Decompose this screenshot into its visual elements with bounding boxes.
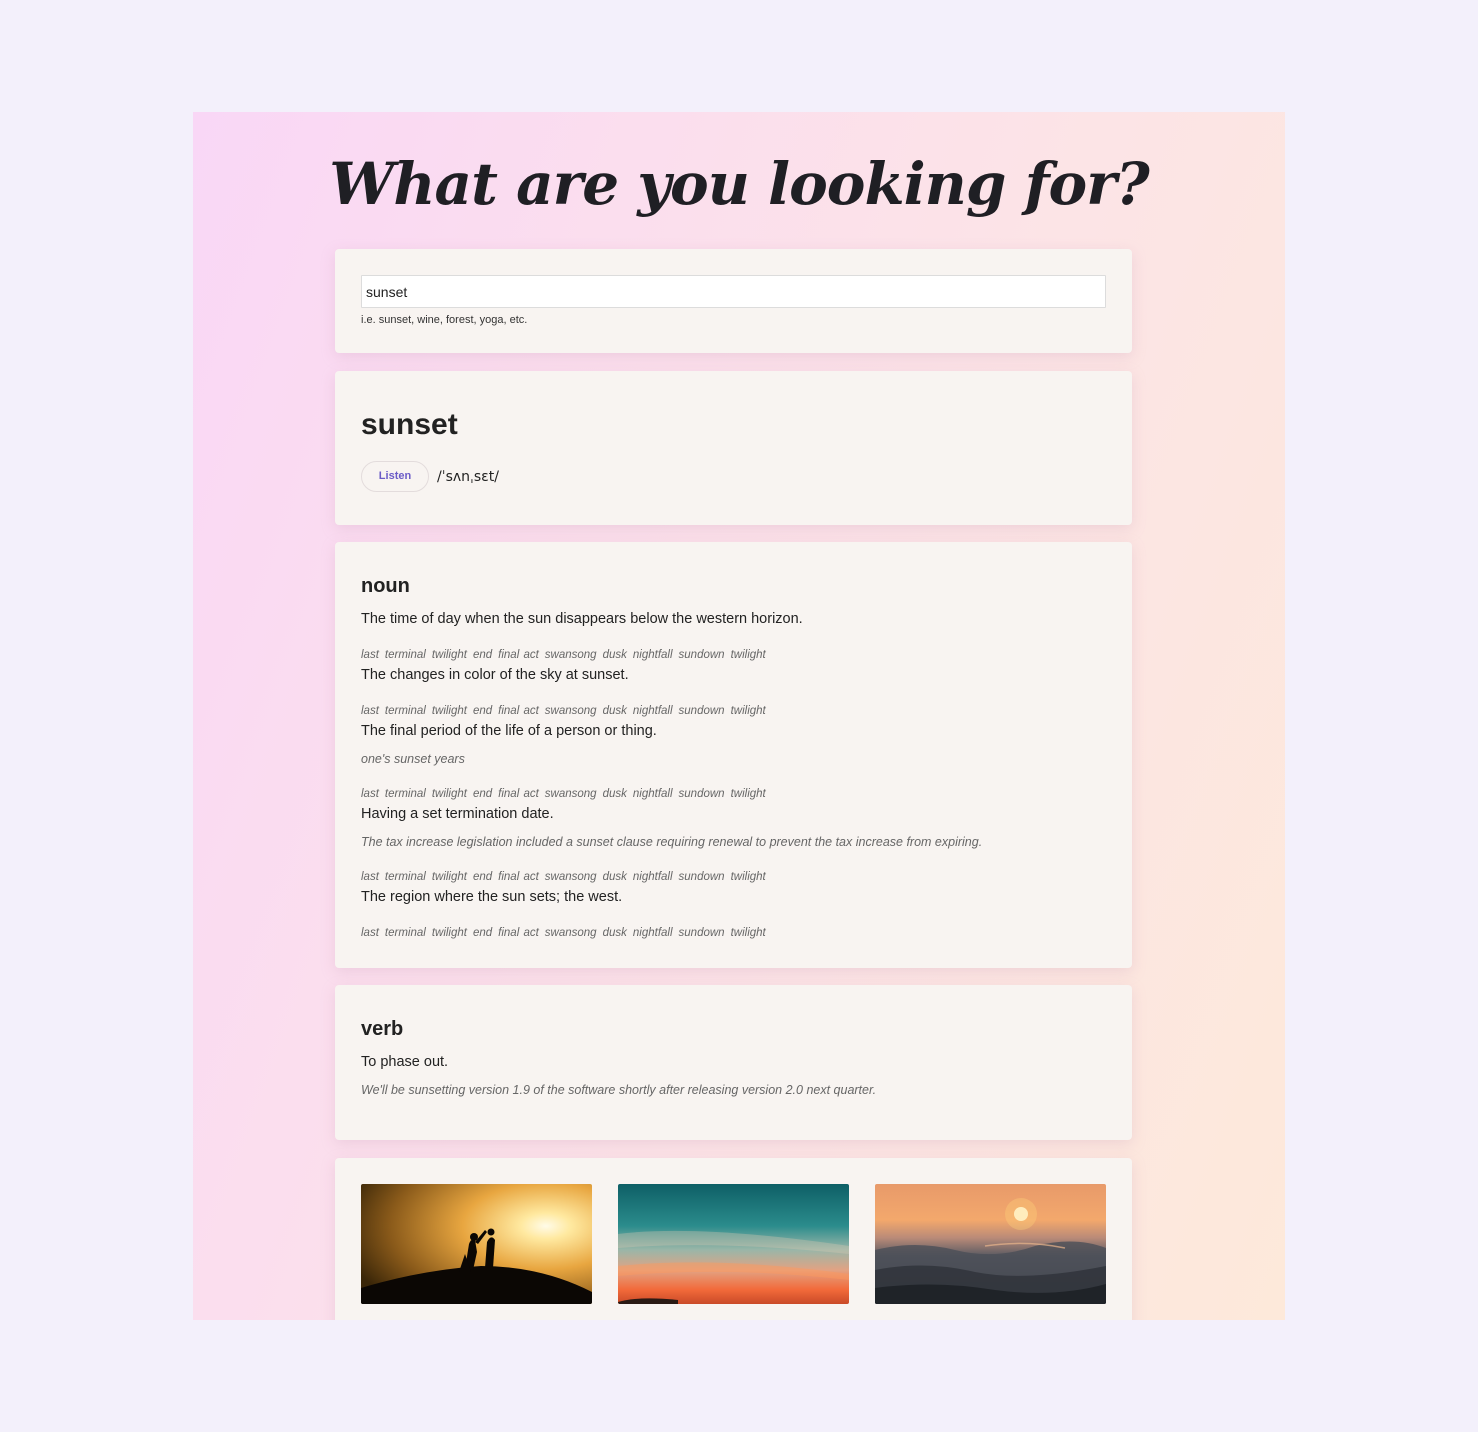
synonym: swansong xyxy=(544,649,597,661)
part-of-speech-noun: noun xyxy=(361,575,410,597)
synonym: final act xyxy=(498,927,539,939)
search-hint: i.e. sunset, wine, forest, yoga, etc. xyxy=(361,314,528,326)
synonym: end xyxy=(472,871,493,883)
synonym: nightfall xyxy=(632,871,673,883)
definition: The changes in color of the sky at sunse… xyxy=(361,667,629,683)
synonym: sundown xyxy=(678,927,725,939)
synonym: twilight xyxy=(431,871,467,883)
synonym: nightfall xyxy=(632,649,673,661)
synonym: dusk xyxy=(602,871,627,883)
synonym: end xyxy=(472,927,493,939)
synonym-list: last terminal twilight end final act swansong… xyxy=(361,647,1106,663)
noun-card: noun The time of day when the sun disapp… xyxy=(335,542,1132,968)
listen-button[interactable]: Listen xyxy=(361,461,429,492)
pronunciation-row: Listen /ˈsʌnˌsɛt/ xyxy=(361,461,1106,492)
synonym: terminal xyxy=(384,927,426,939)
synonym-list: last terminal twilight end final act swansong… xyxy=(361,869,1106,885)
synonym-list: last terminal twilight end final act swansong… xyxy=(361,703,1106,719)
synonym: dusk xyxy=(602,927,627,939)
example: We'll be sunsetting version 1.9 of the s… xyxy=(361,1083,877,1097)
synonym: last xyxy=(361,705,379,717)
part-of-speech-verb: verb xyxy=(361,1018,404,1040)
phonetic-text: /ˈsʌnˌsɛt/ xyxy=(437,468,499,485)
synonym: dusk xyxy=(602,788,627,800)
synonym: twilight xyxy=(431,705,467,717)
synonym: nightfall xyxy=(632,927,673,939)
synonym: twilight xyxy=(431,927,467,939)
synonym: last xyxy=(361,927,379,939)
definition: The time of day when the sun disappears … xyxy=(361,611,803,627)
word-card: sunset Listen /ˈsʌnˌsɛt/ xyxy=(335,371,1132,525)
definition: To phase out. xyxy=(361,1054,449,1070)
synonym: dusk xyxy=(602,649,627,661)
synonym: last xyxy=(361,788,379,800)
synonym: final act xyxy=(498,871,539,883)
synonym: twilight xyxy=(730,871,766,883)
definition: The region where the sun sets; the west. xyxy=(361,889,623,905)
silhouette-couple-sunset-photo[interactable] xyxy=(361,1184,592,1304)
verb-card: verb To phase out. We'll be sunsetting v… xyxy=(335,985,1132,1140)
synonym: swansong xyxy=(544,788,597,800)
synonym: end xyxy=(472,705,493,717)
images-card xyxy=(335,1158,1132,1320)
search-card: i.e. sunset, wine, forest, yoga, etc. xyxy=(335,249,1132,353)
synonym: sundown xyxy=(678,649,725,661)
definition: Having a set termination date. xyxy=(361,806,554,822)
synonym: twilight xyxy=(431,788,467,800)
synonym: sundown xyxy=(678,705,725,717)
synonym: sundown xyxy=(678,788,725,800)
synonym: dusk xyxy=(602,705,627,717)
ocean-sunset-photo[interactable] xyxy=(875,1184,1106,1304)
synonym: swansong xyxy=(544,927,597,939)
synonym: last xyxy=(361,649,379,661)
synonym: end xyxy=(472,788,493,800)
synonym: twilight xyxy=(730,705,766,717)
synonym: terminal xyxy=(384,871,426,883)
page-heading: What are you looking for? xyxy=(329,150,1150,218)
synonym: final act xyxy=(498,649,539,661)
example: The tax increase legislation included a … xyxy=(361,835,983,849)
synonym: twilight xyxy=(730,788,766,800)
synonym: swansong xyxy=(544,871,597,883)
synonym: final act xyxy=(498,788,539,800)
synonym: twilight xyxy=(730,649,766,661)
synonym: end xyxy=(472,649,493,661)
synonym: nightfall xyxy=(632,705,673,717)
definition: The final period of the life of a person… xyxy=(361,723,657,739)
synonym: final act xyxy=(498,705,539,717)
page-frame: What are you looking for? i.e. sunset, w… xyxy=(193,112,1285,1320)
synonym: nightfall xyxy=(632,788,673,800)
search-input[interactable] xyxy=(361,275,1106,308)
synonym: twilight xyxy=(431,649,467,661)
example: one's sunset years xyxy=(361,752,465,766)
synonym: swansong xyxy=(544,705,597,717)
synonym: terminal xyxy=(384,788,426,800)
synonym: twilight xyxy=(730,927,766,939)
teal-orange-sky-photo[interactable] xyxy=(618,1184,849,1304)
word-title: sunset xyxy=(361,408,458,441)
synonym: last xyxy=(361,871,379,883)
synonym: sundown xyxy=(678,871,725,883)
synonym-list: last terminal twilight end final act swansong… xyxy=(361,925,1106,941)
image-row xyxy=(361,1184,1106,1304)
synonym: terminal xyxy=(384,705,426,717)
synonym: terminal xyxy=(384,649,426,661)
synonym-list: last terminal twilight end final act swansong… xyxy=(361,786,1106,802)
